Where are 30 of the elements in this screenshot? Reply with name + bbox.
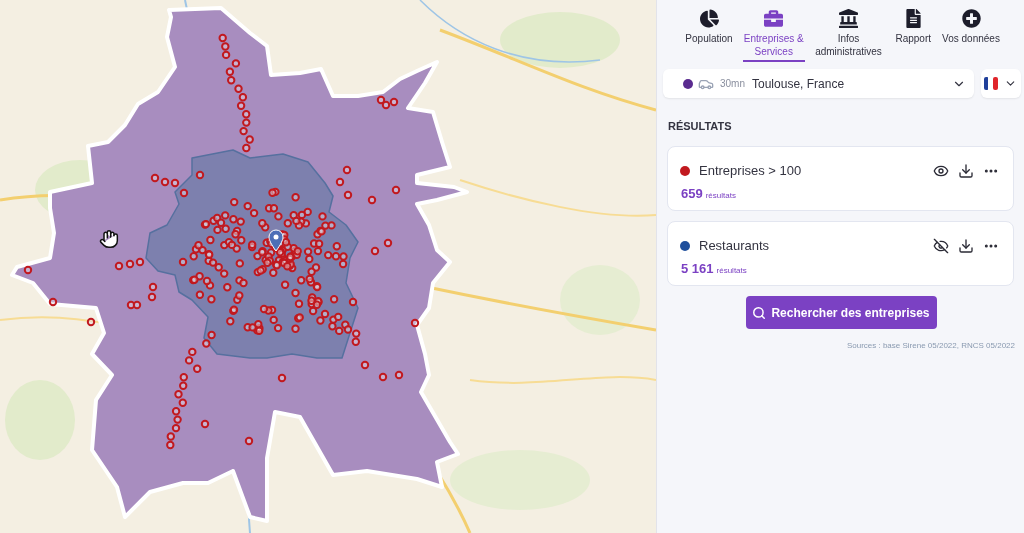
location-value: Toulouse, France	[752, 75, 845, 93]
bank-building-icon	[839, 9, 858, 28]
flag-icon	[984, 77, 998, 90]
travel-time-label: 30mn	[720, 77, 745, 91]
result-count: 659	[681, 185, 703, 203]
tab[interactable]: Vos données	[940, 0, 1002, 62]
search-icon	[752, 305, 767, 320]
result-unit-label: résultats	[705, 190, 736, 202]
download-icon[interactable]	[958, 238, 974, 254]
pie-chart-icon	[699, 9, 719, 28]
tab[interactable]: Population	[681, 0, 737, 62]
tab[interactable]: Infos administratives	[810, 0, 887, 62]
search-companies-button[interactable]: Rechercher des entreprises	[745, 296, 937, 329]
tab[interactable]: Rapport	[892, 0, 935, 62]
document-icon	[903, 9, 923, 28]
section-heading: RÉSULTATS	[668, 119, 732, 133]
result-title: Restaurants	[699, 237, 770, 256]
hand-cursor-icon	[99, 229, 119, 249]
eye-icon[interactable]	[933, 163, 949, 179]
result-count: 5 161	[681, 260, 714, 278]
location-pin-icon	[268, 229, 284, 252]
result-unit-label: résultats	[716, 265, 747, 277]
eye-off-icon[interactable]	[933, 238, 949, 254]
result-title: Entreprises > 100	[699, 162, 802, 181]
sources-note: Sources : base Sirene 05/2022, RNCS 05/2022	[846, 340, 1015, 352]
briefcase-icon	[764, 9, 784, 28]
country-select[interactable]	[981, 69, 1021, 98]
tab[interactable]: Entreprises & Services	[742, 0, 805, 62]
download-icon[interactable]	[958, 163, 974, 179]
location-select[interactable]: 30mn Toulouse, France	[663, 69, 974, 98]
